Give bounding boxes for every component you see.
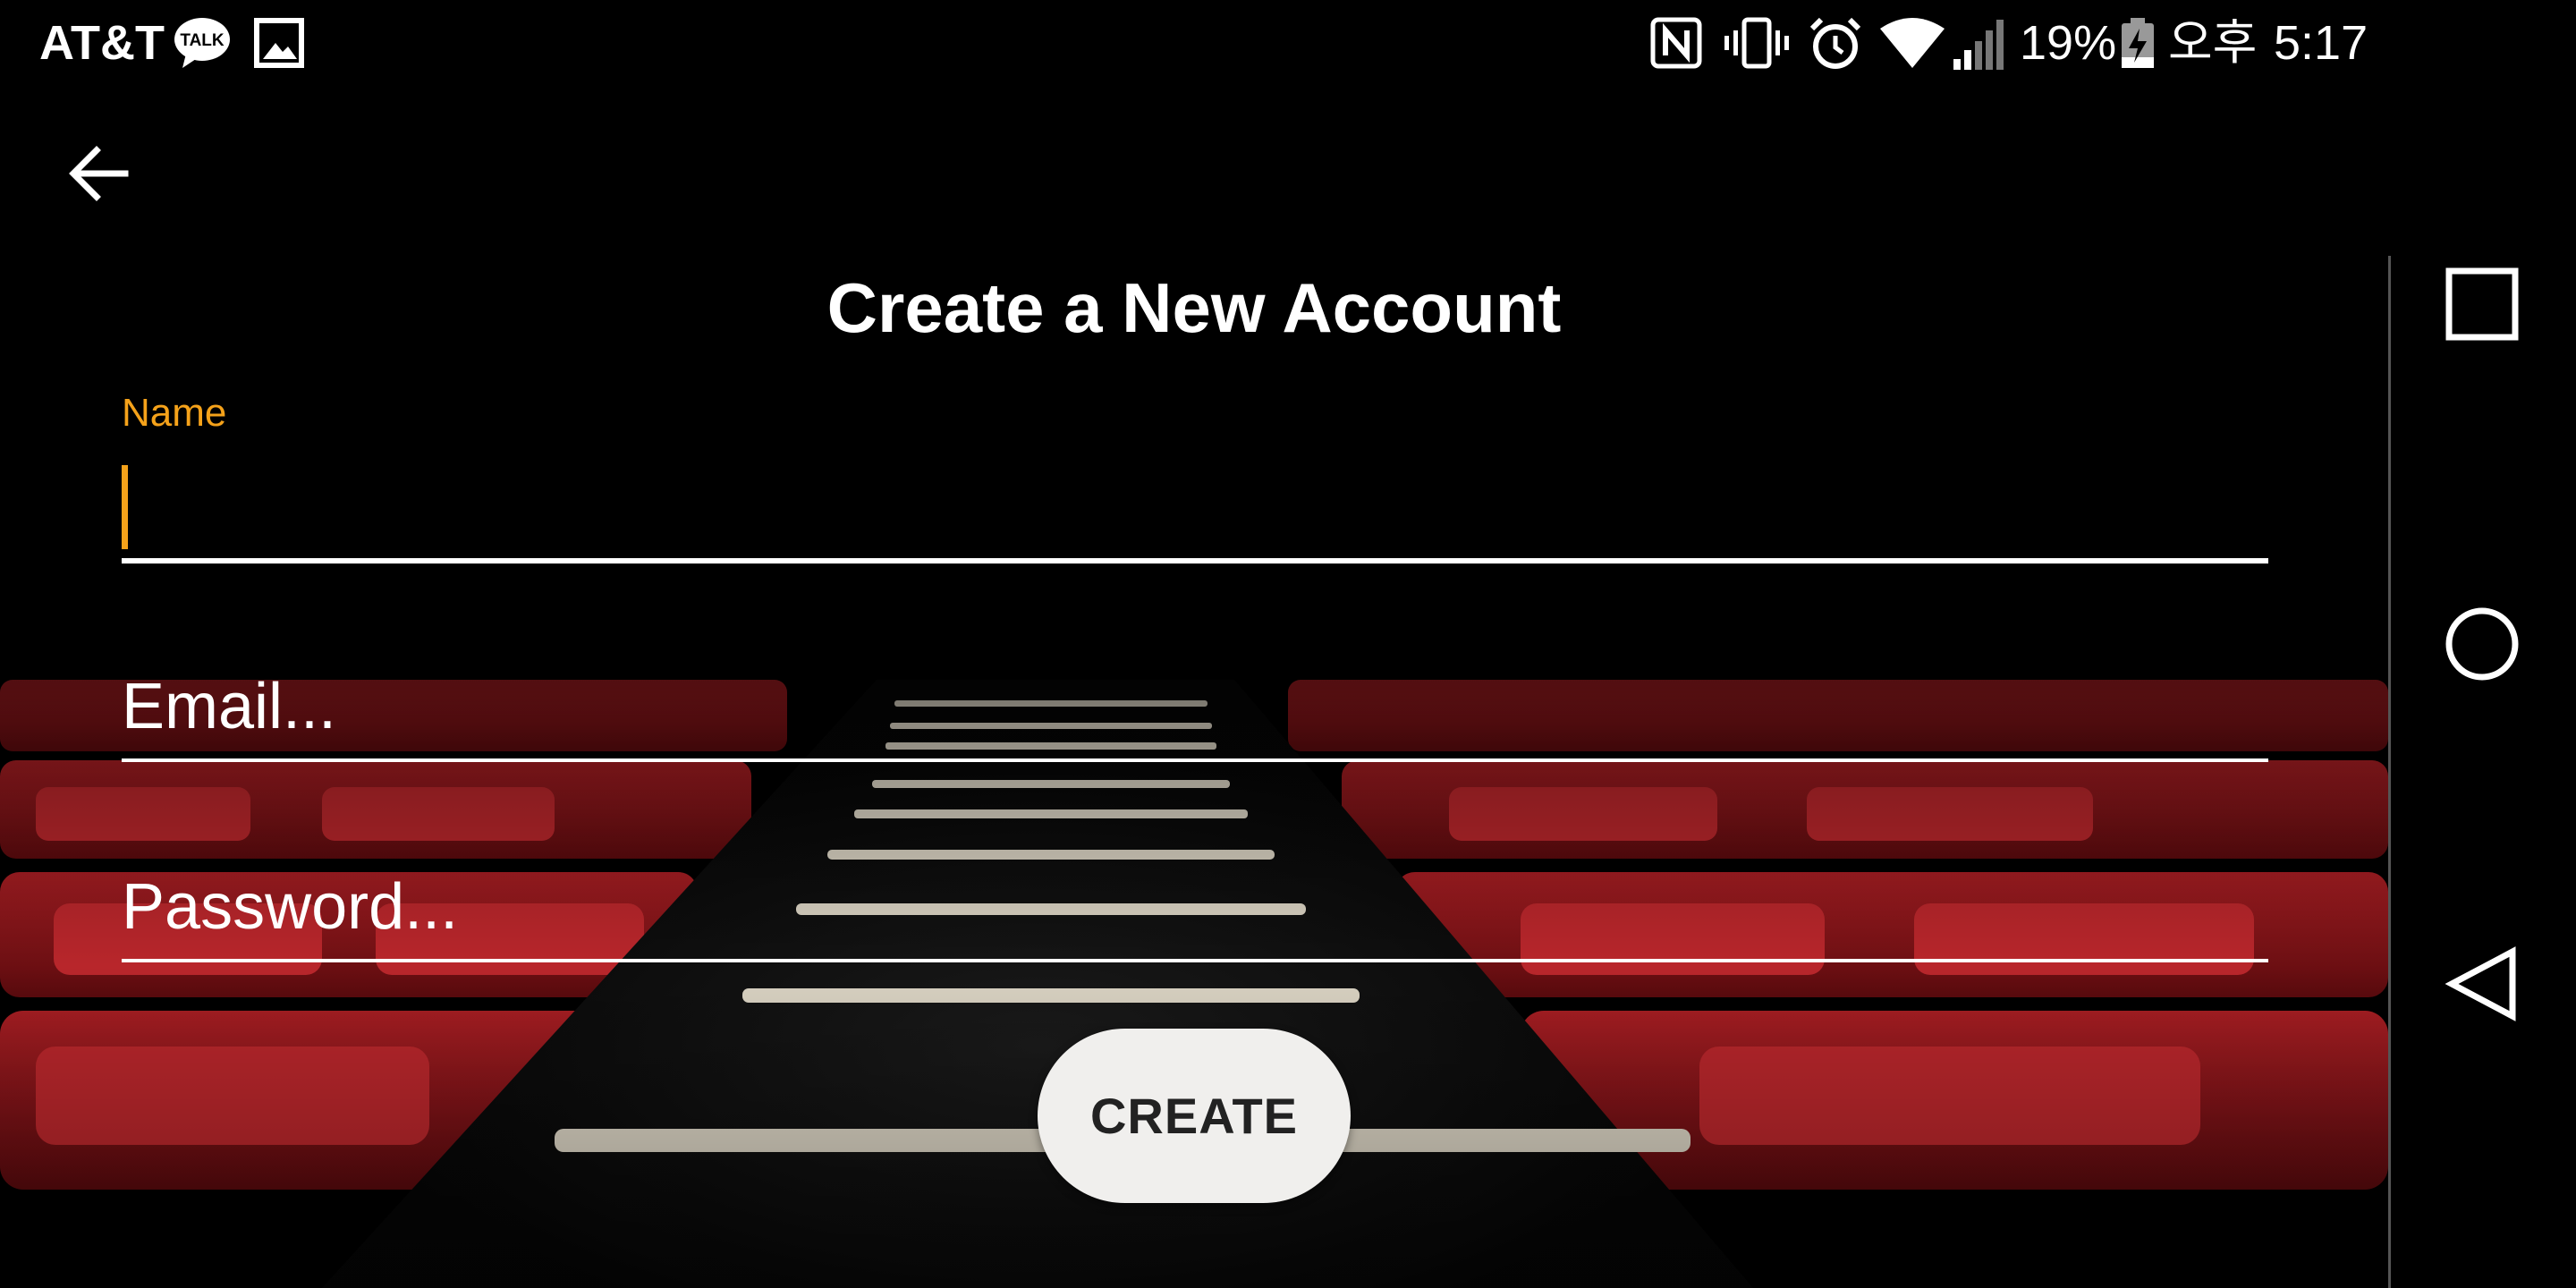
recents-button[interactable] [2415, 237, 2549, 371]
talk-badge-text: TALK [180, 31, 225, 50]
email-underline [122, 758, 2268, 762]
carrier-label: AT&T [39, 16, 165, 70]
wifi-icon [1880, 16, 1945, 72]
back-triangle-icon [2445, 946, 2516, 1021]
kakaotalk-icon: TALK [174, 16, 231, 74]
navigation-bar [2388, 0, 2576, 1288]
clock-time: 5:17 [2274, 16, 2368, 70]
email-field[interactable] [122, 662, 2268, 769]
battery-percent-text: 19% [2020, 16, 2117, 70]
ampm-label: 오후 [2168, 16, 2258, 70]
name-field[interactable]: Name [122, 390, 2268, 569]
vibrate-icon [1723, 16, 1791, 74]
status-bar: AT&T TALK 19% 오후 5:17 [0, 0, 2388, 86]
back-button[interactable] [55, 131, 141, 216]
alarm-icon [1807, 14, 1864, 76]
nav-divider [2388, 256, 2391, 1288]
create-button[interactable]: CREATE [1038, 1029, 1351, 1203]
signal-icon [1953, 20, 2007, 74]
arrow-left-icon [69, 146, 129, 201]
recents-square-icon [2445, 267, 2519, 341]
email-input[interactable] [122, 662, 2268, 751]
password-field[interactable] [122, 862, 2268, 970]
nav-back-button[interactable] [2415, 917, 2549, 1051]
home-circle-icon [2445, 607, 2519, 681]
name-input[interactable] [122, 467, 2268, 547]
battery-charging-icon [2120, 18, 2156, 74]
home-button[interactable] [2415, 577, 2549, 711]
name-underline [122, 558, 2268, 564]
password-underline [122, 959, 2268, 962]
password-input[interactable] [122, 862, 2268, 952]
name-field-label: Name [122, 391, 227, 435]
page-title: Create a New Account [826, 268, 1562, 347]
app-screen: AT&T TALK 19% 오후 5:17 Create a New Accou… [0, 0, 2576, 1288]
nfc-icon [1649, 16, 1703, 74]
gallery-icon [254, 18, 304, 72]
